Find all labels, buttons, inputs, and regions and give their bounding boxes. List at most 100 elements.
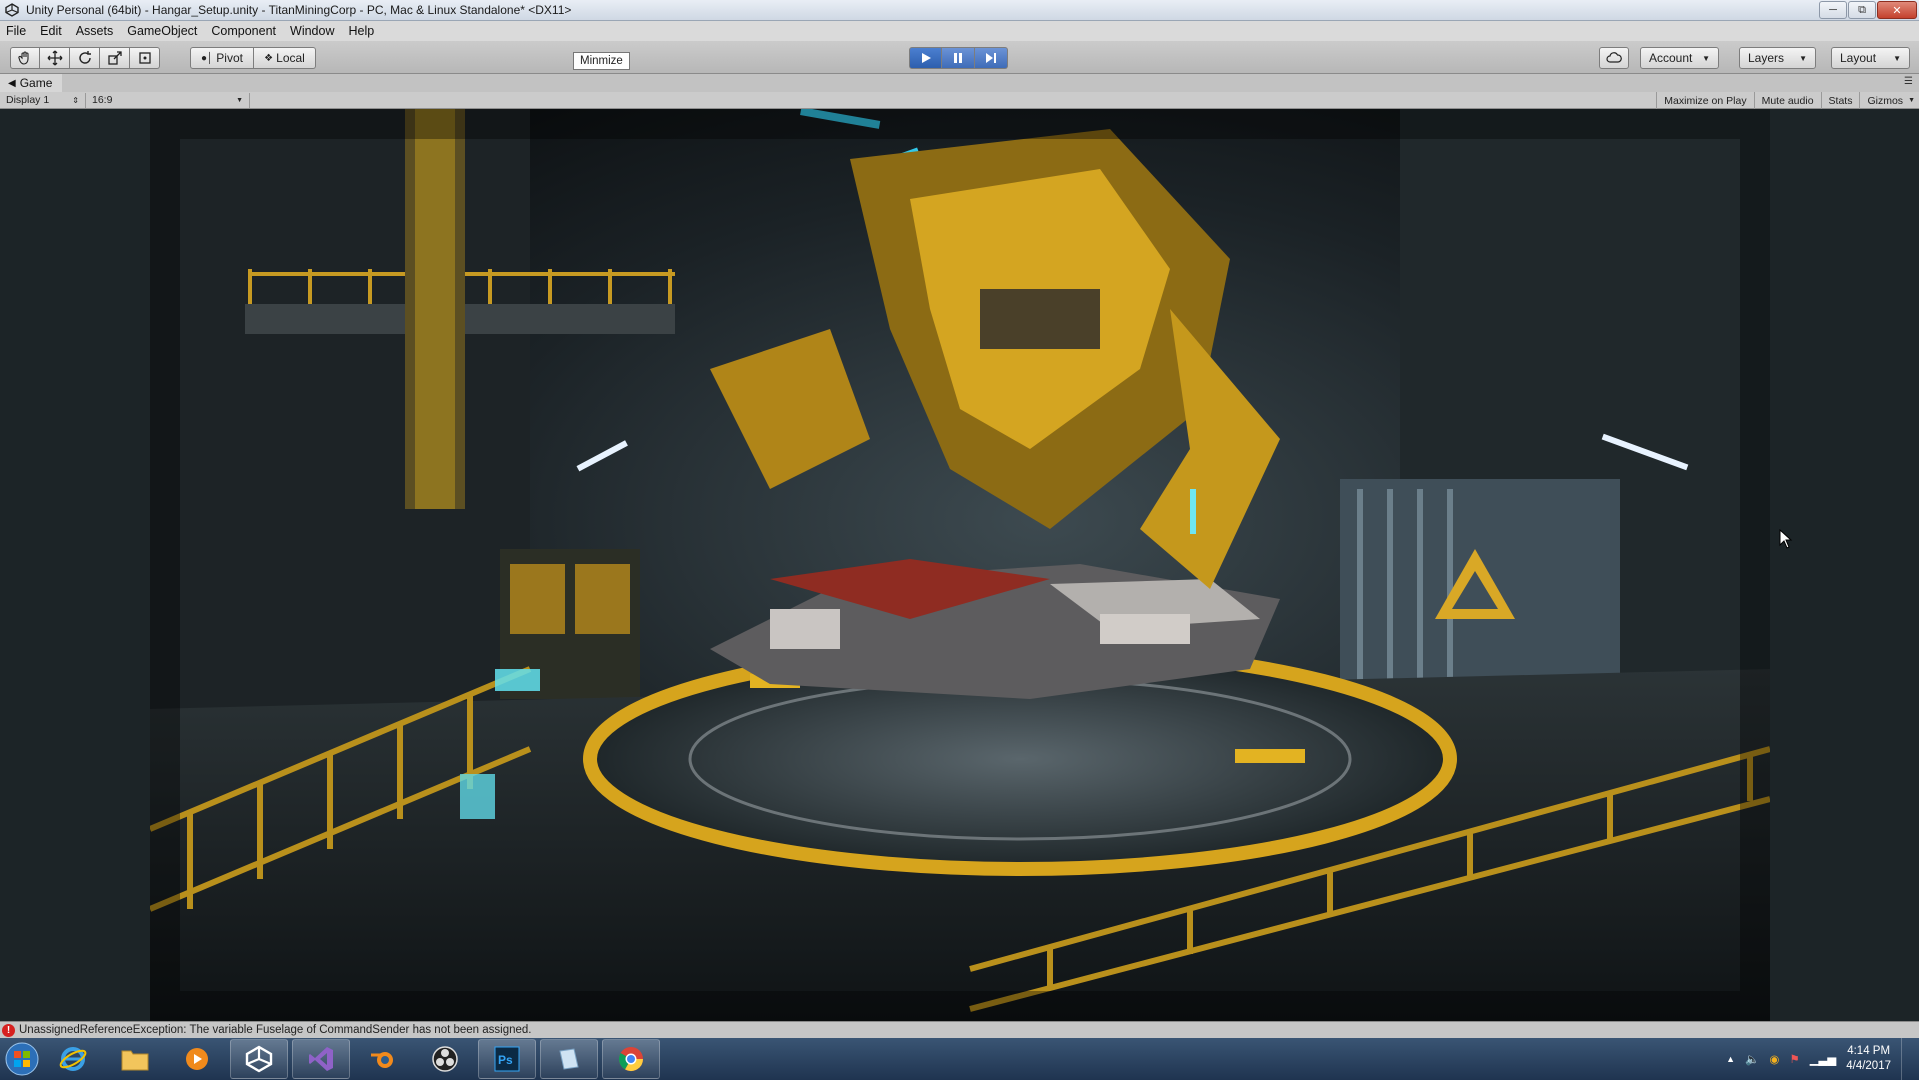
- layers-label: Layers: [1748, 51, 1785, 65]
- move-tool-button[interactable]: [40, 47, 70, 69]
- chevron-down-icon: ▼: [1702, 53, 1710, 63]
- tray-expand-icon[interactable]: ▲: [1726, 1054, 1735, 1064]
- visual-studio-icon: [309, 1047, 333, 1071]
- account-dropdown[interactable]: Account ▼: [1640, 47, 1719, 69]
- taskbar-internet-explorer[interactable]: [44, 1039, 102, 1079]
- chevron-updown-icon: ⇕: [72, 95, 79, 105]
- layout-label: Layout: [1840, 51, 1877, 65]
- cloud-button[interactable]: [1599, 47, 1629, 69]
- action-center-icon[interactable]: ⚑: [1789, 1052, 1799, 1066]
- window-controls: ─ ⧉ ✕: [1819, 1, 1917, 19]
- minimize-icon: ─: [1829, 4, 1837, 16]
- chevron-down-icon: ▼: [236, 96, 243, 104]
- display-label: Display 1: [6, 94, 50, 106]
- clock[interactable]: 4:14 PM 4/4/2017: [1846, 1044, 1891, 1074]
- network-icon[interactable]: ▁▃▅: [1810, 1052, 1837, 1066]
- move-icon: [47, 50, 62, 66]
- mouse-cursor-icon: [1779, 529, 1793, 549]
- menu-bar: File Edit Assets GameObject Component Wi…: [0, 21, 1919, 41]
- close-icon: ✕: [1892, 4, 1902, 17]
- start-button[interactable]: [0, 1039, 44, 1079]
- chevron-down-icon: ▼: [1799, 53, 1807, 63]
- pivot-icon: ●│: [201, 52, 214, 64]
- minimize-button[interactable]: ─: [1819, 1, 1847, 19]
- taskbar-notepad[interactable]: [540, 1039, 598, 1079]
- show-desktop-button[interactable]: [1901, 1038, 1913, 1080]
- clock-date: 4/4/2017: [1846, 1060, 1891, 1072]
- obs-icon: [432, 1046, 458, 1072]
- close-button[interactable]: ✕: [1877, 1, 1917, 19]
- window-title: Unity Personal (64bit) - Hangar_Setup.un…: [26, 3, 572, 17]
- unity-logo-icon: [245, 1045, 273, 1073]
- scale-icon: [107, 51, 122, 65]
- restore-button[interactable]: ⧉: [1848, 1, 1876, 19]
- hangar-scene-image: [150, 109, 1770, 1021]
- stats-toggle[interactable]: Stats: [1820, 92, 1860, 109]
- taskbar-unity[interactable]: [230, 1039, 288, 1079]
- local-label: Local: [276, 51, 305, 65]
- menu-help[interactable]: Help: [348, 24, 374, 38]
- layout-dropdown[interactable]: Layout ▼: [1831, 47, 1910, 69]
- pivot-button[interactable]: ●│ Pivot: [190, 47, 254, 69]
- maximize-on-play-toggle[interactable]: Maximize on Play: [1656, 92, 1753, 109]
- menu-component[interactable]: Component: [211, 24, 276, 38]
- mute-audio-toggle[interactable]: Mute audio: [1753, 92, 1821, 109]
- folder-icon: [121, 1050, 149, 1071]
- scale-tool-button[interactable]: [100, 47, 130, 69]
- menu-file[interactable]: File: [6, 24, 26, 38]
- system-tray: ▲ 🔈 ◉ ⚑ ▁▃▅ 4:14 PM 4/4/2017: [1726, 1038, 1919, 1080]
- rotate-icon: [78, 51, 91, 64]
- transform-tools: [10, 47, 160, 69]
- internet-explorer-icon: [59, 1047, 87, 1071]
- menu-edit[interactable]: Edit: [40, 24, 62, 38]
- title-bar: Unity Personal (64bit) - Hangar_Setup.un…: [0, 0, 1919, 21]
- windows-logo-icon: [5, 1042, 39, 1076]
- aspect-dropdown[interactable]: 16:9 ▼: [86, 92, 250, 108]
- game-render-viewport[interactable]: [150, 109, 1770, 1021]
- pivot-toggles: ●│ Pivot ❖ Local: [190, 47, 316, 69]
- taskbar-media-player[interactable]: [168, 1039, 226, 1079]
- rect-tool-button[interactable]: [130, 47, 160, 69]
- rotate-tool-button[interactable]: [70, 47, 100, 69]
- chevron-down-icon: ▼: [1893, 53, 1901, 63]
- gizmos-label: Gizmos: [1867, 94, 1904, 107]
- menu-window[interactable]: Window: [290, 24, 334, 38]
- menu-assets[interactable]: Assets: [76, 24, 114, 38]
- pause-icon: [954, 53, 962, 63]
- game-view: [0, 109, 1919, 1021]
- restore-icon: ⧉: [1858, 3, 1866, 16]
- taskbar-photoshop[interactable]: Ps: [478, 1039, 536, 1079]
- media-player-icon: [186, 1048, 208, 1070]
- taskbar-file-explorer[interactable]: [106, 1039, 164, 1079]
- taskbar-visual-studio[interactable]: [292, 1039, 350, 1079]
- pause-button[interactable]: [942, 47, 975, 69]
- taskbar-obs[interactable]: [416, 1039, 474, 1079]
- local-icon: ❖: [264, 52, 274, 64]
- gizmos-dropdown[interactable]: Gizmos ▼: [1859, 92, 1919, 109]
- hand-tool-button[interactable]: [10, 47, 40, 69]
- volume-icon[interactable]: 🔈: [1745, 1052, 1759, 1066]
- minimize-tooltip: Minmize: [573, 52, 630, 70]
- menu-gameobject[interactable]: GameObject: [127, 24, 197, 38]
- step-icon: [986, 53, 996, 63]
- game-view-options: Maximize on Play Mute audio Stats Gizmos…: [1656, 92, 1919, 109]
- play-icon: [921, 53, 931, 63]
- main-toolbar: ●│ Pivot ❖ Local Account ▼ Layers ▼ Layo…: [0, 41, 1919, 74]
- local-button[interactable]: ❖ Local: [254, 47, 316, 69]
- tray-app-icon[interactable]: ◉: [1769, 1052, 1779, 1066]
- tab-game[interactable]: ◀ Game: [0, 74, 63, 92]
- tab-game-label: Game: [19, 76, 53, 90]
- taskbar-chrome[interactable]: [602, 1039, 660, 1079]
- play-button[interactable]: [909, 47, 942, 69]
- console-status-bar[interactable]: ! UnassignedReferenceException: The vari…: [0, 1021, 1919, 1038]
- taskbar-blender[interactable]: [354, 1039, 412, 1079]
- game-view-toolbar: Display 1 ⇕ 16:9 ▼ Maximize on Play Mute…: [0, 92, 1919, 109]
- account-label: Account: [1649, 51, 1693, 65]
- game-controller-icon: ◀: [8, 77, 16, 89]
- step-button[interactable]: [975, 47, 1008, 69]
- display-dropdown[interactable]: Display 1 ⇕: [0, 92, 86, 108]
- svg-text:Ps: Ps: [498, 1053, 513, 1067]
- cloud-icon: [1606, 52, 1622, 63]
- layers-dropdown[interactable]: Layers ▼: [1739, 47, 1816, 69]
- panel-menu-icon[interactable]: ☰: [1904, 76, 1913, 87]
